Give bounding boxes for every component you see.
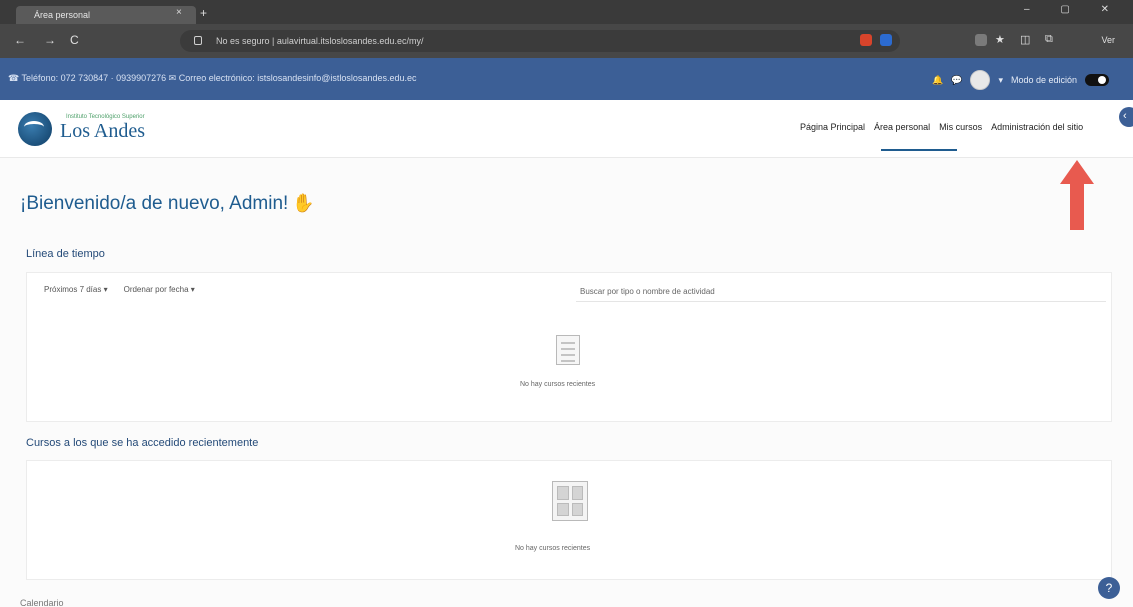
logo-name[interactable]: Los Andes	[60, 120, 145, 143]
avatar[interactable]	[970, 70, 991, 90]
split-icon[interactable]: ◫	[1020, 33, 1030, 46]
primary-nav: Página Principal Área personal Mis curso…	[800, 122, 1083, 132]
browser-tab[interactable]: Área personal	[16, 6, 196, 24]
address-bar[interactable]: No es seguro | aulavirtual.itsloslosande…	[180, 30, 900, 52]
filter-days-dropdown[interactable]: Próximos 7 días ▾	[44, 285, 108, 294]
edit-mode-label: Modo de edición	[1010, 75, 1078, 85]
annotation-arrow-icon	[1060, 160, 1094, 230]
recent-courses-title: Cursos a los que se ha accedido reciente…	[26, 437, 259, 449]
tab-title: Área personal	[34, 10, 91, 20]
timeline-filters: Próximos 7 días ▾ Ordenar por fecha ▾	[44, 285, 195, 294]
recent-empty-text: No hay cursos recientes	[515, 545, 591, 552]
star-icon[interactable]: ★	[995, 33, 1005, 46]
calendar-title: Calendario	[20, 598, 64, 607]
drawer-toggle-icon[interactable]: ‹	[1119, 107, 1133, 127]
active-tab-indicator	[881, 149, 957, 151]
wave-icon: ✋	[292, 193, 315, 213]
page-title: ¡Bienvenido/a de nuevo, Admin! ✋	[20, 193, 315, 215]
insecure-icon[interactable]	[194, 36, 202, 45]
new-tab-icon[interactable]: +	[200, 6, 207, 20]
back-icon[interactable]: ←	[14, 33, 26, 47]
nav-my-courses[interactable]: Mis cursos	[939, 122, 982, 132]
extension-icon[interactable]	[975, 34, 987, 46]
extension-icon[interactable]	[860, 34, 872, 46]
nav-home[interactable]: Página Principal	[800, 122, 865, 132]
user-menu-chevron-icon[interactable]: ▾	[998, 75, 1003, 86]
screen: Área personal × + – ▢ ✕ ← → C No es segu…	[0, 0, 1133, 607]
tab-close-icon[interactable]: ×	[176, 7, 182, 18]
nav-site-admin[interactable]: Administración del sitio	[991, 122, 1083, 132]
activity-search-input[interactable]	[576, 282, 1106, 302]
help-icon[interactable]: ?	[1098, 577, 1120, 599]
contact-info: ☎ Teléfono: 072 730847 · 0939907276 ✉ Co…	[8, 73, 417, 83]
welcome-text: ¡Bienvenido/a de nuevo, Admin!	[20, 193, 289, 214]
empty-timeline-icon	[556, 335, 580, 365]
timeline-title: Línea de tiempo	[26, 248, 105, 260]
reading-mode[interactable]: Ver	[1101, 35, 1115, 45]
nav-personal-area[interactable]: Área personal	[874, 122, 930, 132]
timeline-empty-text: No hay cursos recientes	[520, 381, 596, 388]
window-controls[interactable]: – ▢ ✕	[1024, 4, 1123, 15]
extension-icon[interactable]	[880, 34, 892, 46]
edit-mode-toggle[interactable]	[1085, 74, 1110, 86]
user-tools: 🔔 💬 ▾ Modo de edición	[932, 68, 1110, 92]
forward-icon[interactable]: →	[44, 33, 56, 47]
collections-icon[interactable]: ⧉	[1045, 33, 1053, 46]
reload-icon[interactable]: C	[70, 33, 79, 47]
empty-courses-icon	[552, 481, 588, 521]
logo-icon[interactable]	[18, 112, 52, 146]
filter-sort-dropdown[interactable]: Ordenar por fecha ▾	[124, 285, 195, 294]
chat-icon[interactable]: 💬	[951, 75, 962, 86]
bell-icon[interactable]: 🔔	[932, 75, 943, 86]
